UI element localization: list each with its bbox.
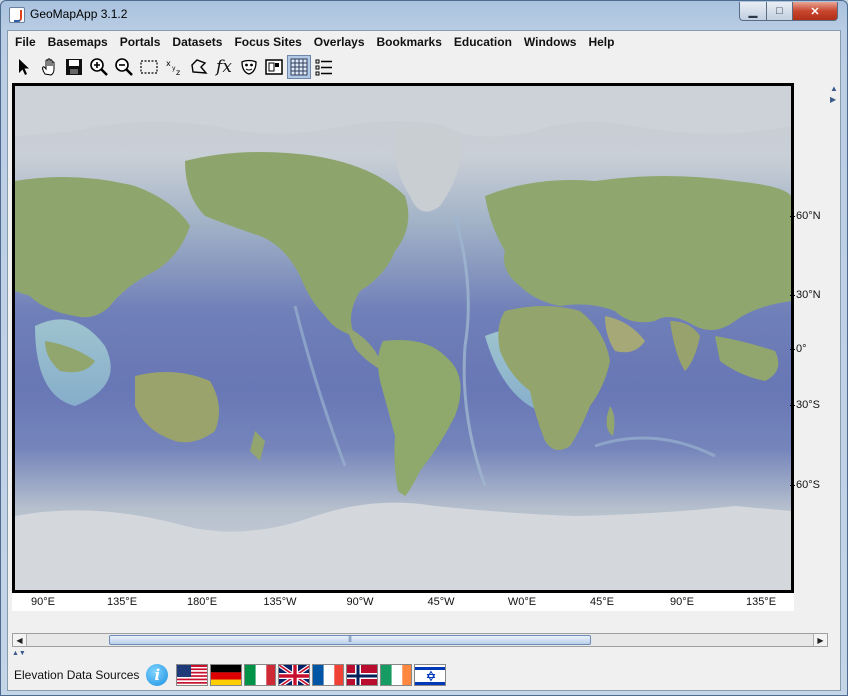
france-flag-icon[interactable]	[312, 664, 345, 686]
lat-tick	[790, 405, 795, 406]
xyz-icon[interactable]: xyz	[162, 55, 186, 79]
lon-label: 180°E	[186, 596, 218, 608]
lon-label: 135°E	[745, 596, 777, 608]
panel-expand-arrows-icon[interactable]: ▲ ▶	[830, 83, 838, 123]
israel-flag-icon[interactable]	[414, 664, 447, 686]
scroll-right-arrow-icon[interactable]: ▶	[813, 634, 827, 646]
app-window: GeoMapApp 3.1.2 ▁ □ ✕ File Basemaps Port…	[0, 0, 848, 696]
select-arrow-icon[interactable]	[12, 55, 36, 79]
minimize-button[interactable]: ▁	[739, 2, 767, 21]
lat-tick	[790, 485, 795, 486]
title-bar[interactable]: GeoMapApp 3.1.2 ▁ □ ✕	[1, 1, 847, 29]
save-disk-icon[interactable]	[62, 55, 86, 79]
split-pane-arrows-icon[interactable]: ▲▼	[12, 650, 26, 657]
status-bar: Elevation Data Sources i	[8, 660, 840, 690]
menu-education[interactable]: Education	[453, 33, 513, 51]
lon-label: 90°E	[31, 596, 55, 608]
svg-text:x: x	[166, 59, 171, 68]
lat-label-30n: 30°N	[796, 289, 821, 301]
java-app-icon	[9, 7, 25, 23]
grid-icon[interactable]	[287, 55, 311, 79]
lat-tick	[790, 216, 795, 217]
uk-flag-icon[interactable]	[278, 664, 311, 686]
client-area: File Basemaps Portals Datasets Focus Sit…	[7, 30, 841, 691]
pan-hand-icon[interactable]	[37, 55, 61, 79]
lasso-icon[interactable]	[187, 55, 211, 79]
lat-label-60n: 60°N	[796, 210, 821, 222]
lat-label-0: 0°	[796, 343, 807, 355]
menu-windows[interactable]: Windows	[523, 33, 578, 51]
window-title: GeoMapApp 3.1.2	[30, 7, 128, 21]
menu-datasets[interactable]: Datasets	[171, 33, 223, 51]
lon-label: 90°W	[346, 596, 374, 608]
list-icon[interactable]	[312, 55, 336, 79]
ireland-flag-icon[interactable]	[380, 664, 413, 686]
menu-basemaps[interactable]: Basemaps	[47, 33, 109, 51]
world-map-canvas[interactable]	[15, 86, 791, 590]
scroll-left-arrow-icon[interactable]: ◀	[13, 634, 27, 646]
frame-icon[interactable]	[262, 55, 286, 79]
lon-label: 90°E	[670, 596, 694, 608]
map-shapes	[15, 86, 791, 590]
mask-icon[interactable]	[237, 55, 261, 79]
lat-tick	[790, 349, 795, 350]
horizontal-scrollbar[interactable]: ◀ ⦀ ▶	[12, 633, 828, 647]
italy-flag-icon[interactable]	[244, 664, 277, 686]
usa-flag-icon[interactable]	[176, 664, 209, 686]
zoom-out-icon[interactable]	[112, 55, 136, 79]
lon-label: 135°W	[263, 596, 297, 608]
map-frame	[12, 83, 794, 593]
lat-tick	[790, 295, 795, 296]
lat-label-30s: 30°S	[796, 399, 820, 411]
longitude-axis: 90°E 135°E 180°E 135°W 90°W 45°W W0°E 45…	[12, 593, 794, 611]
maximize-button[interactable]: □	[766, 2, 793, 21]
function-icon-label: fx	[216, 57, 232, 77]
scrollbar-thumb[interactable]: ⦀	[109, 635, 591, 645]
norway-flag-icon[interactable]	[346, 664, 379, 686]
menu-bar: File Basemaps Portals Datasets Focus Sit…	[8, 31, 840, 53]
menu-help[interactable]: Help	[587, 33, 615, 51]
close-button[interactable]: ✕	[792, 2, 838, 21]
lon-label: 135°E	[106, 596, 138, 608]
lat-label-60s: 60°S	[796, 479, 820, 491]
menu-focus-sites[interactable]: Focus Sites	[233, 33, 302, 51]
svg-text:z: z	[176, 68, 180, 77]
menu-portals[interactable]: Portals	[119, 33, 162, 51]
menu-bookmarks[interactable]: Bookmarks	[376, 33, 443, 51]
elevation-data-sources-label: Elevation Data Sources	[14, 668, 140, 682]
lon-label: W0°E	[507, 596, 537, 608]
germany-flag-icon[interactable]	[210, 664, 243, 686]
menu-file[interactable]: File	[14, 33, 37, 51]
menu-overlays[interactable]: Overlays	[313, 33, 366, 51]
info-icon[interactable]: i	[146, 664, 169, 686]
lon-label: 45°W	[427, 596, 455, 608]
lon-label: 45°E	[590, 596, 614, 608]
rectangle-select-icon[interactable]	[137, 55, 161, 79]
zoom-in-icon[interactable]	[87, 55, 111, 79]
function-icon[interactable]: fx	[212, 55, 236, 79]
toolbar: xyz fx	[12, 54, 336, 80]
